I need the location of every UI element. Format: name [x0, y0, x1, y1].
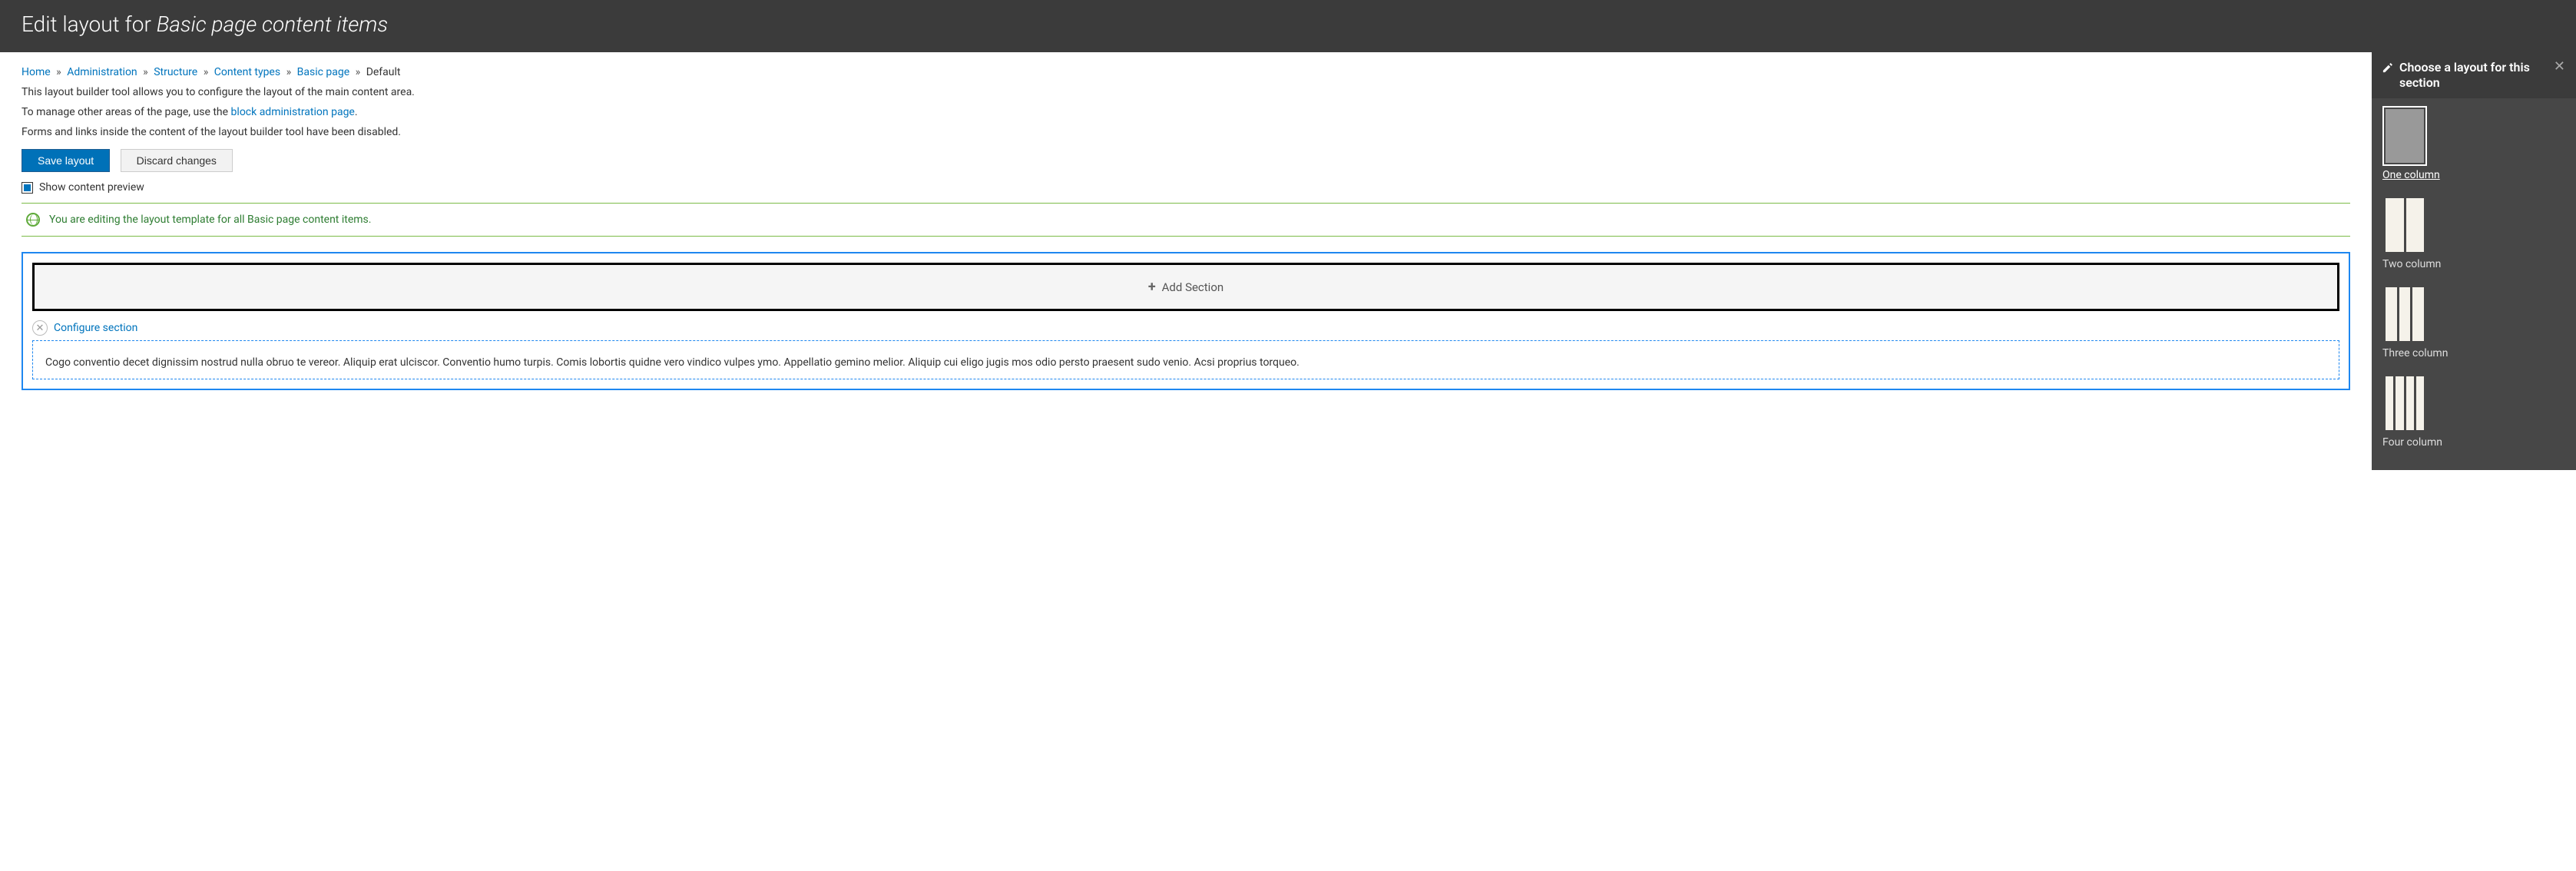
- layout-options: One column Two column Three column Four …: [2372, 98, 2576, 470]
- breadcrumb-structure[interactable]: Structure: [154, 66, 197, 78]
- layout-option-label: Four column: [2382, 436, 2565, 449]
- intro-line-2: To manage other areas of the page, use t…: [22, 106, 2350, 118]
- layout-thumb: [2382, 284, 2427, 344]
- breadcrumb: Home » Administration » Structure » Cont…: [22, 66, 2350, 78]
- checkbox-icon: [22, 182, 33, 194]
- status-message: You are editing the layout template for …: [22, 203, 2350, 237]
- breadcrumb-home[interactable]: Home: [22, 66, 51, 78]
- breadcrumb-current: Default: [366, 66, 401, 78]
- breadcrumb-sep: »: [56, 66, 61, 78]
- breadcrumb-sep: »: [356, 66, 361, 78]
- layout-thumb: [2382, 373, 2427, 433]
- layout-option-one-column[interactable]: One column: [2382, 106, 2565, 181]
- add-section-button[interactable]: + Add Section: [32, 263, 2339, 311]
- content-preview-toggle[interactable]: Show content preview: [22, 181, 2350, 194]
- plus-icon: +: [1148, 279, 1156, 295]
- breadcrumb-sep: »: [286, 66, 292, 78]
- layout-option-three-column[interactable]: Three column: [2382, 284, 2565, 359]
- breadcrumb-basic-page[interactable]: Basic page: [297, 66, 350, 78]
- content-preview-label: Show content preview: [39, 181, 144, 194]
- block-admin-link[interactable]: block administration page: [231, 106, 355, 118]
- layout-canvas: + Add Section ✕ Configure section Cogo c…: [22, 252, 2350, 390]
- layout-thumb: [2382, 195, 2427, 255]
- configure-section-link[interactable]: Configure section: [54, 322, 137, 334]
- main-content: Home » Administration » Structure » Cont…: [0, 52, 2372, 470]
- discard-changes-button[interactable]: Discard changes: [121, 149, 233, 172]
- status-text: You are editing the layout template for …: [49, 214, 371, 226]
- actions-row: Save layout Discard changes: [22, 149, 2350, 172]
- sample-block-body: Cogo conventio decet dignissim nostrud n…: [45, 355, 2326, 371]
- remove-section-button[interactable]: ✕: [32, 320, 48, 336]
- intro-line-3: Forms and links inside the content of th…: [22, 126, 2350, 138]
- intro-line-2-post: .: [355, 106, 358, 118]
- sidebar-title: Choose a layout for this section: [2399, 60, 2549, 91]
- layout-option-two-column[interactable]: Two column: [2382, 195, 2565, 270]
- section-region[interactable]: Cogo conventio decet dignissim nostrud n…: [32, 340, 2339, 379]
- section-header: ✕ Configure section: [32, 320, 2339, 336]
- page-title-prefix: Edit layout for: [22, 12, 157, 37]
- breadcrumb-sep: »: [204, 66, 209, 78]
- intro-line-1: This layout builder tool allows you to c…: [22, 86, 2350, 98]
- close-icon: ✕: [36, 323, 45, 334]
- layout-thumb: [2382, 106, 2427, 166]
- layout-option-label: Two column: [2382, 258, 2565, 270]
- sidebar-close-button[interactable]: ✕: [2554, 60, 2565, 74]
- sidebar-header: Choose a layout for this section ✕: [2372, 52, 2576, 98]
- layout-option-four-column[interactable]: Four column: [2382, 373, 2565, 449]
- layout-option-label: Three column: [2382, 347, 2565, 359]
- layout-chooser-sidebar: Choose a layout for this section ✕ One c…: [2372, 52, 2576, 470]
- breadcrumb-content-types[interactable]: Content types: [214, 66, 280, 78]
- breadcrumb-sep: »: [143, 66, 148, 78]
- page-title-italic: Basic page content items: [157, 12, 388, 37]
- breadcrumb-administration[interactable]: Administration: [67, 66, 137, 78]
- close-icon: ✕: [2554, 58, 2565, 75]
- layout-option-label: One column: [2382, 169, 2565, 181]
- intro-line-2-pre: To manage other areas of the page, use t…: [22, 106, 231, 118]
- save-layout-button[interactable]: Save layout: [22, 149, 110, 172]
- globe-icon: [26, 213, 40, 227]
- add-section-label: Add Section: [1162, 280, 1224, 294]
- pencil-icon: [2382, 62, 2393, 73]
- page-header: Edit layout for Basic page content items: [0, 0, 2576, 52]
